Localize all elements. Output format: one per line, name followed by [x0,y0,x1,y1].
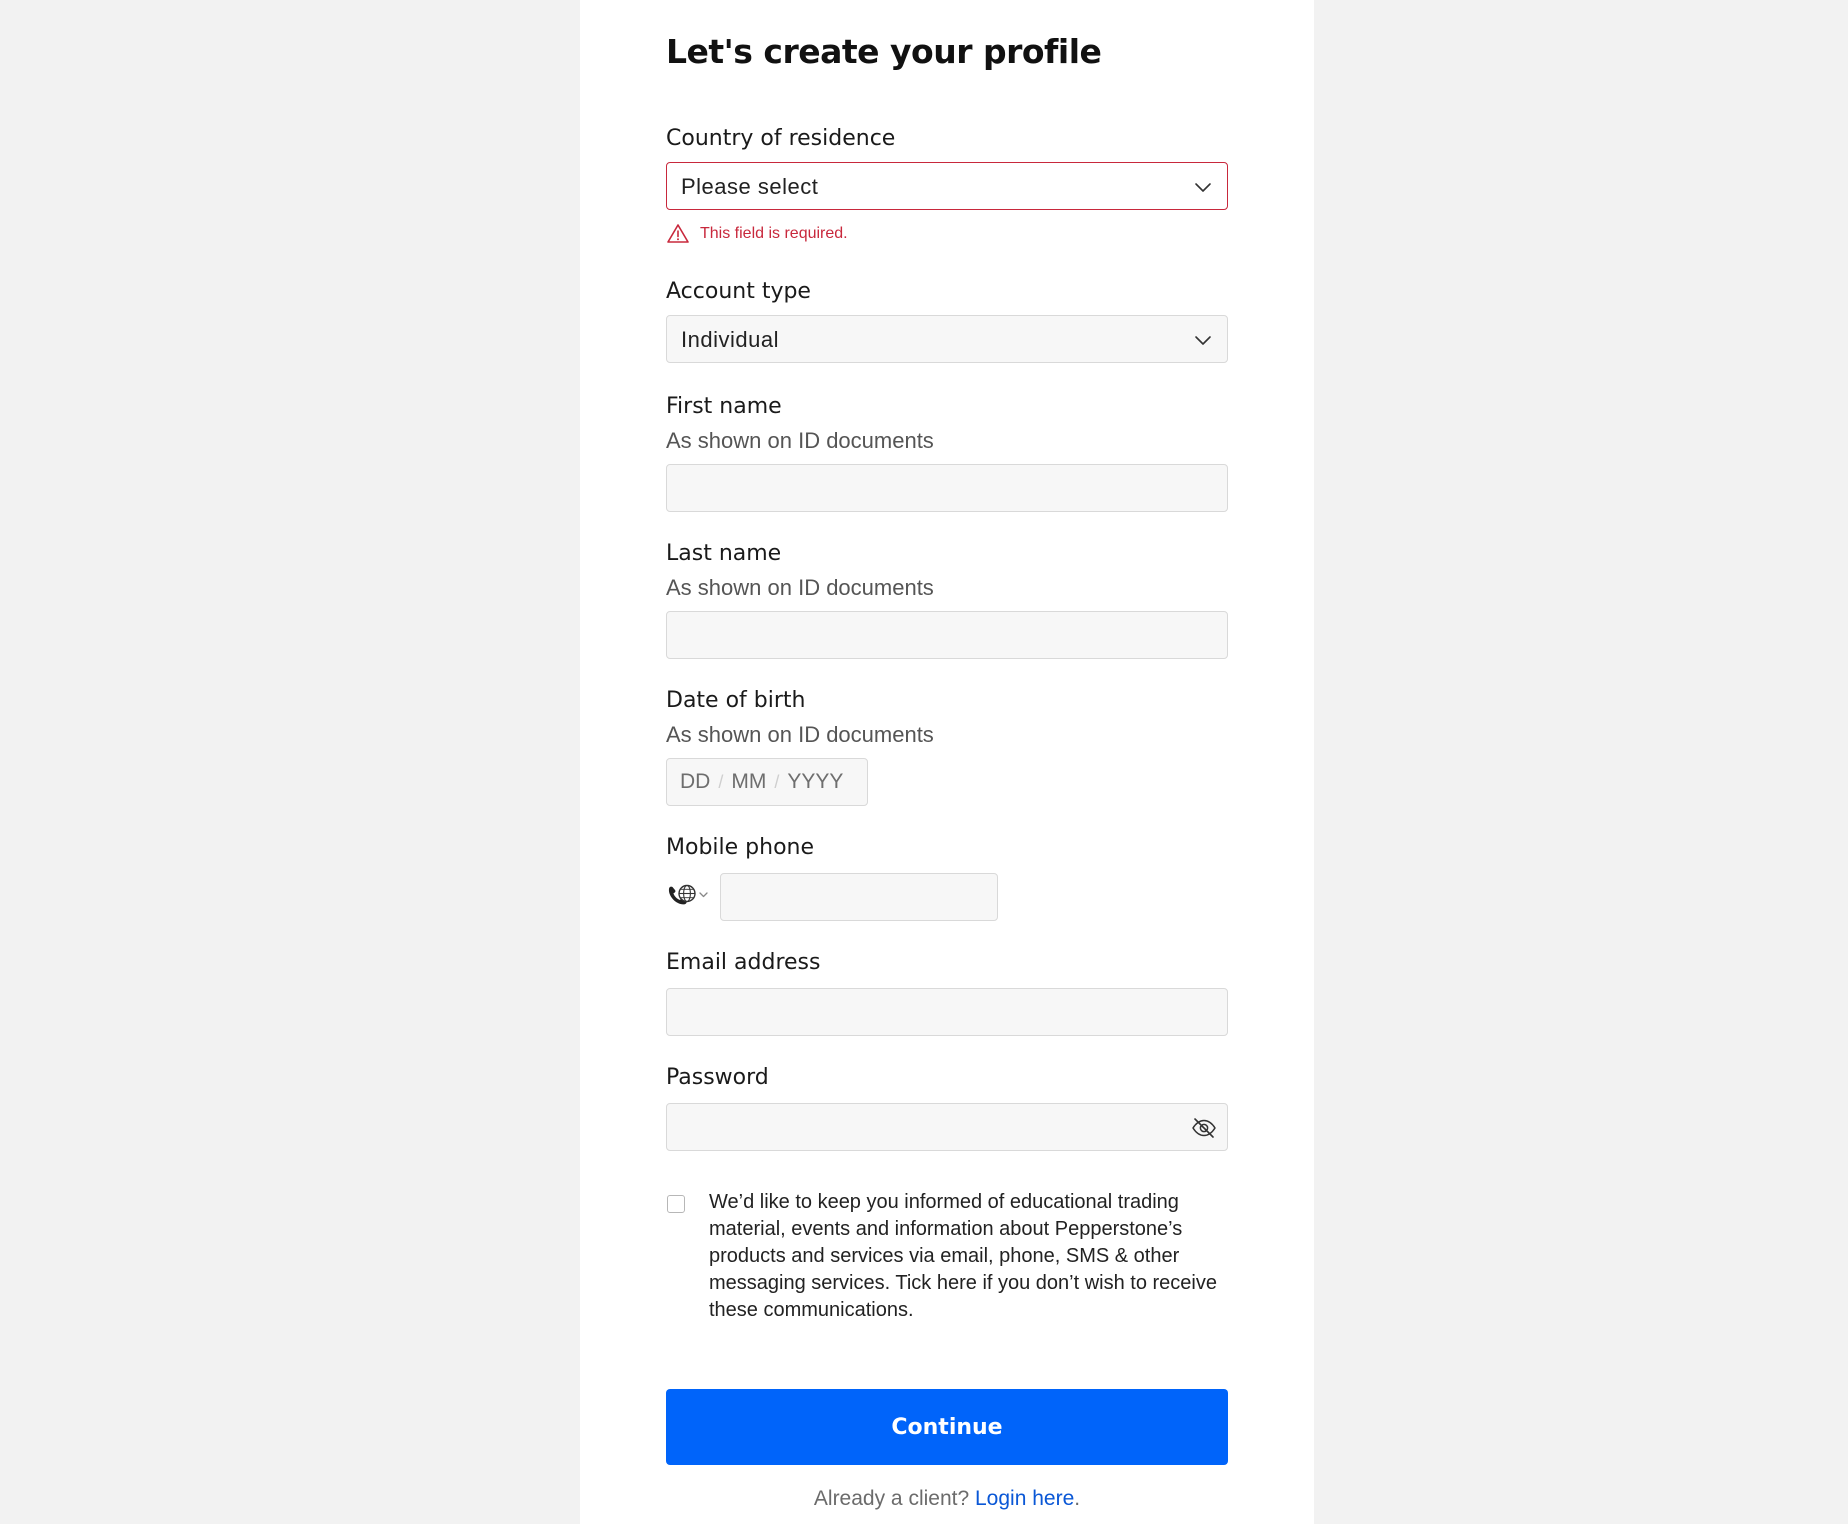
first-name-hint: As shown on ID documents [666,428,934,453]
login-link[interactable]: Login here [975,1487,1074,1510]
marketing-optout-checkbox[interactable] [667,1195,685,1213]
account-type-label: Account type [666,279,811,304]
mobile-phone-input[interactable] [720,873,998,921]
dob-year-input[interactable]: YYYY [787,770,843,794]
dob-label: Date of birth [666,688,806,713]
page-title: Let's create your profile [666,32,1102,71]
account-type-select[interactable]: Individual [666,315,1228,363]
mobile-phone-row [666,873,1006,921]
chevron-down-icon [1195,183,1211,192]
dob-separator: / [718,771,724,792]
last-name-hint: As shown on ID documents [666,575,934,600]
first-name-label: First name [666,394,782,419]
password-label: Password [666,1065,769,1090]
country-select-value: Please select [681,174,819,199]
email-input[interactable] [666,988,1228,1036]
phone-country-selector[interactable] [666,883,716,911]
country-select[interactable]: Please select [666,162,1228,210]
email-label: Email address [666,950,821,975]
warning-icon [667,224,689,243]
marketing-consent-text: We’d like to keep you informed of educat… [709,1191,1217,1321]
dob-month-input[interactable]: MM [731,770,766,794]
eye-slash-icon[interactable] [1191,1115,1217,1141]
chevron-down-icon [1195,336,1211,345]
country-error: This field is required. [666,222,848,246]
first-name-input[interactable] [666,464,1228,512]
dob-separator: / [774,771,780,792]
country-error-text: This field is required. [700,225,848,242]
login-prompt: Already a client? Login here. [666,1487,1228,1511]
password-input[interactable] [666,1103,1228,1151]
dob-input-group: DD / MM / YYYY [666,758,868,806]
signup-panel: Let's create your profile Country of res… [580,0,1314,1524]
already-client-text: Already a client? [813,1487,970,1510]
dob-hint: As shown on ID documents [666,722,934,747]
country-label: Country of residence [666,126,896,151]
globe-phone-icon [668,884,708,905]
last-name-input[interactable] [666,611,1228,659]
login-suffix: . [1074,1487,1081,1510]
dob-day-input[interactable]: DD [680,770,710,794]
mobile-label: Mobile phone [666,835,815,860]
account-type-select-value: Individual [681,327,779,352]
last-name-label: Last name [666,541,782,566]
continue-button[interactable]: Continue [666,1389,1228,1465]
